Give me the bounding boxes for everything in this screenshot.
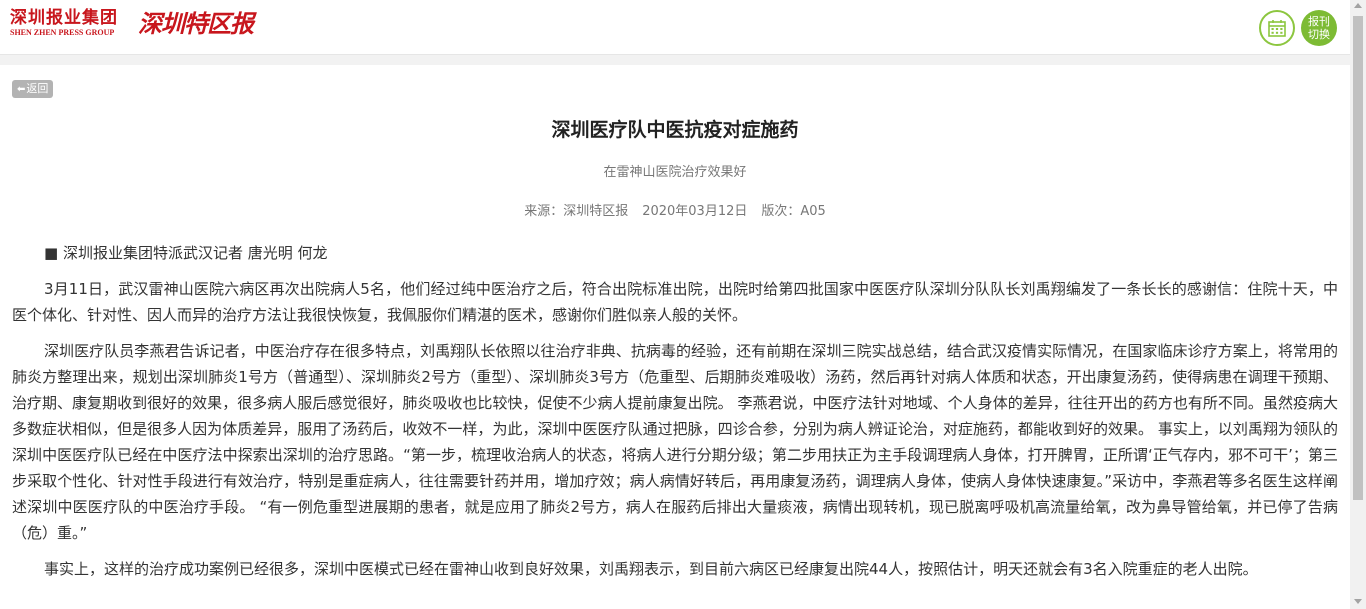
article-source: 来源：深圳特区报 — [524, 204, 629, 219]
article-paragraph: 3月11日，武汉雷神山医院六病区再次出院病人5名，他们经过纯中医治疗之后，符合出… — [12, 280, 1338, 324]
scrollbar-thumb[interactable] — [1353, 16, 1363, 500]
article-date: 2020年03月12日 — [642, 204, 748, 219]
scroll-down-arrow-icon[interactable] — [1354, 599, 1362, 604]
scroll-up-arrow-icon[interactable] — [1354, 3, 1362, 8]
arrow-left-icon: ⬅ — [17, 84, 26, 95]
paper-switch-button[interactable]: 报刊 切换 — [1301, 10, 1337, 46]
article-edition: 版次：A05 — [761, 204, 826, 219]
press-group-logo[interactable]: 深圳报业集团 SHEN ZHEN PRESS GROUP — [10, 8, 118, 38]
article-title: 深圳医疗队中医抗疫对症施药 — [551, 119, 799, 141]
header-divider-band — [0, 55, 1350, 65]
article-byline: ■ 深圳报业集团特派武汉记者 唐光明 何龙 — [44, 244, 328, 262]
paper-switch-label: 报刊 切换 — [1308, 15, 1330, 41]
press-group-name: 深圳报业集团 — [10, 8, 118, 28]
article-subtitle: 在雷神山医院治疗效果好 — [603, 165, 747, 180]
article-body: ■ 深圳报业集团特派武汉记者 唐光明 何龙 3月11日，武汉雷神山医院六病区再次… — [12, 240, 1338, 592]
article-paragraph: 事实上，这样的治疗成功案例已经很多，深圳中医模式已经在雷神山收到良好效果，刘禹翔… — [44, 560, 1258, 578]
calendar-icon — [1268, 20, 1286, 37]
newspaper-logo[interactable]: 深圳特区报 — [138, 9, 254, 39]
press-group-name-en: SHEN ZHEN PRESS GROUP — [10, 28, 115, 37]
calendar-button[interactable] — [1259, 10, 1295, 46]
back-button[interactable]: ⬅返回 — [12, 80, 54, 98]
article-meta: 来源：深圳特区报 2020年03月12日 版次：A05 — [0, 200, 1350, 219]
back-label: 返回 — [26, 82, 49, 95]
top-header: 深圳报业集团 SHEN ZHEN PRESS GROUP 深圳特区报 报刊 切换 — [0, 0, 1350, 55]
article-paragraph: 深圳医疗队员李燕君告诉记者，中医治疗存在很多特点，刘禹翔队长依照以往治疗非典、抗… — [12, 342, 1338, 542]
